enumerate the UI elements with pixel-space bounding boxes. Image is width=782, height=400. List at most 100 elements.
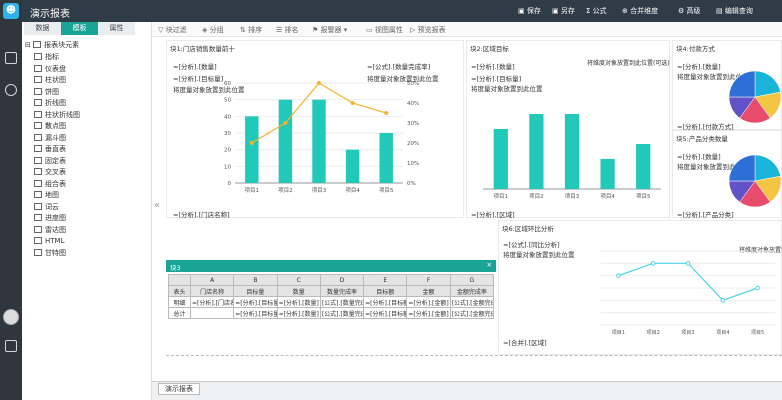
clock-icon[interactable] [5,84,17,96]
table-cell[interactable]: D [319,274,365,286]
x-tick-label: 项目1 [245,187,259,194]
chart-type-icon [34,214,42,221]
table-cell[interactable]: =[分析].[目标额] [363,307,408,319]
table-cell[interactable]: G [449,274,495,286]
tree-item[interactable]: 漏斗图 [34,133,66,144]
table-cell[interactable]: 数量 [276,285,321,297]
tree-item[interactable]: 甘特图 [34,248,66,259]
x-tick-label: 项目3 [681,330,694,336]
block-1[interactable]: 块1:门店销售数量前十 =[分析].[数量] =[公式].[数量完成率] =[分… [166,40,464,219]
block-6[interactable]: 块6:区域环比分析 =[公式].[同比分析] 将维度对象放置到此位置 将度量对象… [498,220,782,355]
table-cell[interactable]: [公式].[数量完成率] [319,296,365,308]
rank-button[interactable]: ☰ 排名 [276,25,299,35]
table-cell[interactable]: B [233,274,278,286]
chart-type-icon [34,168,42,175]
block-3-header[interactable]: 块3 ✕ [166,260,496,272]
measure-label: =[分析].[数量] [173,63,217,71]
logout-icon[interactable] [5,340,17,352]
tree-item[interactable]: 固定表 [34,156,66,167]
sort-button[interactable]: ⇅ 排序 [240,25,262,35]
tree-item[interactable]: 垂直表 [34,144,66,155]
table-cell[interactable]: =[分析].[目标量] [233,296,278,308]
view-attr-button[interactable]: ▭ 视图属性 [366,25,403,35]
block-5[interactable]: 块5:产品分类数量 =[分析].[数量] 将度量对象放置到此位置 =[分析].[… [672,130,782,219]
tree-item[interactable]: HTML [34,236,64,247]
tree-item[interactable]: 雷达图 [34,225,66,236]
collapse-panel-icon[interactable]: « [154,200,160,211]
tab-properties[interactable]: 属性 [98,22,135,35]
block-2[interactable]: 块2:区域目标 =[分析].[数量] 将维度对象放置到此位置(可选) =[分析]… [466,40,670,219]
tree-item[interactable]: 仪表盘 [34,64,66,75]
tree-item[interactable]: 柱状图 [34,75,66,86]
table-cell[interactable]: =[分析].[目标额] [363,296,408,308]
group-button[interactable]: ◈ 分组 [202,25,224,35]
table-cell[interactable]: F [406,274,451,286]
avatar[interactable] [3,309,19,325]
table-cell[interactable]: =[分析].[门店名称] [189,296,235,308]
app-logo-icon[interactable]: ☻ [3,3,19,19]
alert-button[interactable]: ⚑ 报警器 ▾ [312,25,347,35]
block-filter-button[interactable]: ▽ 块过滤 [158,25,187,35]
tree-item[interactable]: 交叉表 [34,167,66,178]
table-cell[interactable]: 总计 [168,307,191,319]
drop-hint: 将度量对象放置到此位置 [503,251,575,259]
line-chart: 项目1 项目2 项目3 项目4 项目5 [601,250,775,336]
close-icon[interactable]: ✕ [487,261,492,269]
table-cell[interactable]: =[分析].[数量] [276,307,321,319]
formula-button[interactable]: Σ 公式 [586,6,607,16]
table-cell[interactable] [189,307,235,319]
preview-button[interactable]: ▷ 预览报表 [410,25,446,35]
table-cell[interactable]: E [363,274,408,286]
chart-type-icon [34,133,42,141]
sheet-tab[interactable]: 演示报表 [158,383,200,395]
table-cell[interactable]: 目标额 [363,285,408,297]
advanced-button[interactable]: ⚙ 高级 [678,6,701,16]
tree-item[interactable]: 指标 [34,52,59,63]
x-tick-label: 项目2 [647,330,660,336]
tree-item[interactable]: 折线图 [34,98,66,109]
tab-data[interactable]: 数据 [24,22,61,35]
x-tick-label: 项目4 [600,193,615,200]
y2-tick-label: 40% [407,101,419,107]
table-cell[interactable]: [公式].[金额完成率] [449,307,495,319]
table-cell[interactable]: 金额 [406,285,451,297]
tree-item[interactable]: 柱状折线图 [34,110,80,121]
bar [600,159,615,189]
table-cell[interactable]: 表头 [168,285,191,297]
table-cell[interactable]: 金额完成率 [449,285,495,297]
tree-item[interactable]: 词云 [34,202,59,213]
table-cell[interactable]: [公式].[数量完成率] [319,307,365,319]
table-cell[interactable]: 数量完成率 [319,285,365,297]
line-point [755,285,760,291]
y-tick-label: 10 [224,164,231,170]
document-icon[interactable] [5,52,17,64]
tree-item[interactable]: 饼图 [34,87,59,98]
merge-dim-button[interactable]: ⊕ 合并维度 [622,6,658,16]
table-cell[interactable]: 门店名称 [189,285,235,297]
chart-type-icon [34,237,42,244]
tab-template[interactable]: 模板 [61,22,98,35]
table-cell[interactable]: C [276,274,321,286]
save-button[interactable]: ▣ 保存 [518,6,541,16]
y2-tick-label: 50% [407,81,419,87]
save-as-button[interactable]: ▣ 另存 [552,6,575,16]
bar [278,99,293,183]
block-4[interactable]: 块4:付款方式 =[分析].[数量] 将度量对象放置到此位置 =[分析].[付款… [672,40,782,131]
tree-item[interactable]: 散点图 [34,121,66,132]
table-cell[interactable]: [公式].[金额完成率] [449,296,495,308]
tree-item[interactable]: 组合表 [34,179,66,190]
table-cell[interactable]: A [189,274,235,286]
chart-type-icon [34,202,42,210]
table-cell[interactable]: 明细 [168,296,191,308]
edit-query-button[interactable]: ▤ 编辑查询 [716,6,753,16]
table-cell[interactable]: =[分析].[金额] [406,296,451,308]
report-canvas: 块1:门店销售数量前十 =[分析].[数量] =[公式].[数量完成率] =[分… [166,40,782,360]
y-tick-label: 40 [224,114,231,120]
tree-item[interactable]: 进度图 [34,213,66,224]
tree-root[interactable]: ⊟ 报表块元素 [25,40,79,51]
table-cell[interactable]: =[分析].[目标量] [233,307,278,319]
table-cell[interactable]: =[分析].[金额] [406,307,451,319]
tree-item[interactable]: 地图 [34,190,59,201]
table-cell[interactable]: =[分析].[数量] [276,296,321,308]
table-cell[interactable]: 目标量 [233,285,278,297]
